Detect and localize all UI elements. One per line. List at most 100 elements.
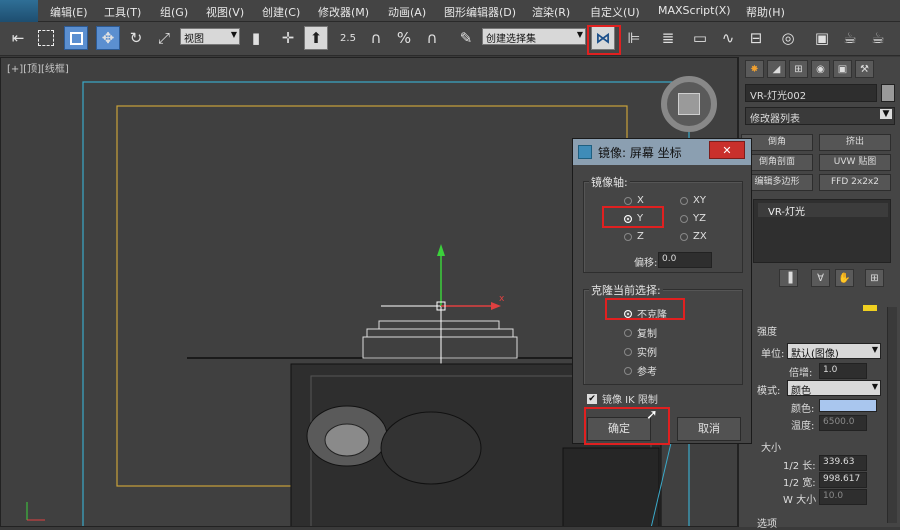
ok-button[interactable]: 确定 [587, 417, 651, 441]
no-clone-label: 不克隆 [637, 310, 667, 321]
menu-tools[interactable]: 工具(T) [104, 4, 141, 20]
axis-xy-radio[interactable]: XY [680, 195, 706, 206]
select-object-icon[interactable] [34, 26, 58, 50]
copy-radio[interactable]: 复制 [624, 325, 657, 340]
light-color-swatch[interactable] [819, 399, 877, 412]
object-name-value: VR-灯光002 [750, 91, 807, 102]
instance-radio[interactable]: 实例 [624, 344, 657, 359]
menu-modifiers[interactable]: 修改器(M) [318, 4, 369, 20]
dialog-close-button[interactable]: ✕ [709, 141, 745, 159]
edit-named-selection-icon[interactable]: ✎ [454, 26, 478, 50]
multiplier-spinner[interactable]: 1.0 [819, 363, 867, 379]
temperature-spinner[interactable]: 6500.0 [819, 415, 867, 431]
axis-z-radio[interactable]: Z [624, 231, 644, 242]
snaps-toggle-icon[interactable]: 2.5 [336, 26, 360, 50]
half-width-spinner[interactable]: 998.617 [819, 472, 867, 488]
mirror-icon[interactable]: ⋈ [591, 26, 615, 50]
use-pivot-center-icon[interactable]: ▮ [244, 26, 268, 50]
extrude-modifier-button[interactable]: 挤出 [819, 134, 891, 151]
units-dropdown[interactable]: 默认(图像) ▼ [787, 343, 881, 360]
select-and-manipulate-icon[interactable]: ✛ [276, 26, 300, 50]
size-section-title[interactable]: 大小 [761, 439, 781, 454]
menu-customize[interactable]: 自定义(U) [590, 4, 640, 20]
material-editor-icon[interactable]: ◎ [776, 26, 800, 50]
schematic-view-icon[interactable]: ⊟ [744, 26, 768, 50]
gizmo-x-label: x [499, 294, 505, 304]
menu-rendering[interactable]: 渲染(R) [532, 4, 570, 20]
axis-zx-radio[interactable]: ZX [680, 231, 707, 242]
hierarchy-tab-icon[interactable]: ⊞ [789, 60, 808, 78]
viewcube-face[interactable] [678, 93, 700, 115]
select-and-scale-icon[interactable]: ⤢ [152, 26, 176, 50]
cancel-button[interactable]: 取消 [677, 417, 741, 441]
axis-z-label: Z [637, 231, 644, 242]
offset-spinner[interactable]: 0.0 [658, 252, 712, 268]
layer-manager-icon[interactable]: ≣ [656, 26, 680, 50]
angle-snap-icon[interactable]: ∩ [364, 26, 388, 50]
axis-y-radio[interactable]: Y [624, 213, 643, 224]
nightstand-lamp [562, 447, 660, 526]
curve-editor-icon[interactable]: ∿ [716, 26, 740, 50]
offset-value: 0.0 [662, 254, 677, 264]
radio-dot [624, 214, 632, 223]
reference-radio[interactable]: 参考 [624, 363, 657, 378]
menu-graph-editors[interactable]: 图形编辑器(D) [444, 4, 516, 20]
menu-animation[interactable]: 动画(A) [388, 4, 426, 20]
options-section-title[interactable]: 选项 [757, 515, 777, 530]
axis-zx-label: ZX [693, 231, 707, 242]
half-length-spinner[interactable]: 339.63 [819, 455, 867, 471]
utilities-tab-icon[interactable]: ⚒ [855, 60, 874, 78]
mode-dropdown[interactable]: 颜色 ▼ [787, 380, 881, 397]
named-selection-sets-dropdown[interactable]: 创建选择集 ▼ [482, 28, 586, 45]
mirror-ik-checkbox[interactable]: ✔ 镜像 IK 限制 [587, 391, 658, 406]
show-end-result-icon[interactable]: ∀ [811, 269, 830, 287]
object-color-swatch[interactable] [881, 84, 895, 102]
select-and-rotate-icon[interactable]: ↻ [124, 26, 148, 50]
make-unique-icon[interactable]: ✋ [835, 269, 854, 287]
menu-views[interactable]: 视图(V) [206, 4, 244, 20]
percent-snap-icon[interactable]: % [392, 26, 416, 50]
keyboard-shortcut-override-icon[interactable]: ⬆ [304, 26, 328, 50]
menu-create[interactable]: 创建(C) [262, 4, 300, 20]
create-tab-icon[interactable]: ✸ [745, 60, 764, 78]
dialog-app-icon [578, 145, 592, 159]
rendered-frame-window-icon[interactable]: ☕ [838, 26, 862, 50]
select-and-move-icon[interactable]: ✥ [96, 26, 120, 50]
stack-item[interactable]: VR-灯光 [758, 203, 888, 218]
axis-yz-radio[interactable]: YZ [680, 213, 706, 224]
w-size-spinner[interactable]: 10.0 [819, 489, 867, 505]
dialog-titlebar[interactable]: 镜像: 屏幕 坐标 ✕ [573, 139, 751, 165]
align-icon[interactable]: ⊫ [622, 26, 646, 50]
panel-scrollbar[interactable] [887, 307, 897, 523]
intensity-section-title[interactable]: 强度 [757, 323, 777, 338]
menu-group[interactable]: 组(G) [160, 4, 188, 20]
reference-coordinate-dropdown[interactable]: 视图 ▼ [180, 28, 240, 45]
rect-select-region-icon[interactable] [64, 26, 88, 50]
axis-x-radio[interactable]: X [624, 195, 644, 206]
half-length-value: 339.63 [823, 457, 855, 467]
configure-modifier-sets-icon[interactable]: ⊞ [865, 269, 884, 287]
viewcube[interactable] [661, 76, 717, 132]
app-logo-icon[interactable] [0, 0, 38, 22]
mirror-axis-group: 镜像轴: X Y Z XY YZ ZX 偏移: 0.0 [583, 174, 743, 273]
render-production-icon[interactable]: ☕ [866, 26, 890, 50]
radio-dot [680, 196, 688, 205]
menu-maxscript[interactable]: MAXScript(X) [658, 4, 731, 17]
spinner-snap-icon[interactable]: ∩ [420, 26, 444, 50]
no-clone-radio[interactable]: 不克隆 [624, 306, 667, 321]
render-setup-icon[interactable]: ▣ [810, 26, 834, 50]
modify-tab-icon[interactable]: ◢ [767, 60, 786, 78]
menu-help[interactable]: 帮助(H) [746, 4, 785, 20]
mouse-cursor-icon: ➚ [646, 407, 658, 423]
motion-tab-icon[interactable]: ◉ [811, 60, 830, 78]
modifier-list-dropdown[interactable]: 修改器列表 ▼ [745, 107, 895, 125]
graphite-toolset-icon[interactable]: ▭ [688, 26, 712, 50]
uvw-map-modifier-button[interactable]: UVW 贴图 [819, 154, 891, 171]
object-name-field[interactable]: VR-灯光002 [745, 84, 877, 102]
menu-edit[interactable]: 编辑(E) [50, 4, 88, 20]
pin-stack-icon[interactable]: ▐ [779, 269, 798, 287]
display-tab-icon[interactable]: ▣ [833, 60, 852, 78]
radio-dot [624, 328, 632, 337]
select-filter-icon[interactable]: ⇤ [6, 26, 30, 50]
ffd-modifier-button[interactable]: FFD 2x2x2 [819, 174, 891, 191]
